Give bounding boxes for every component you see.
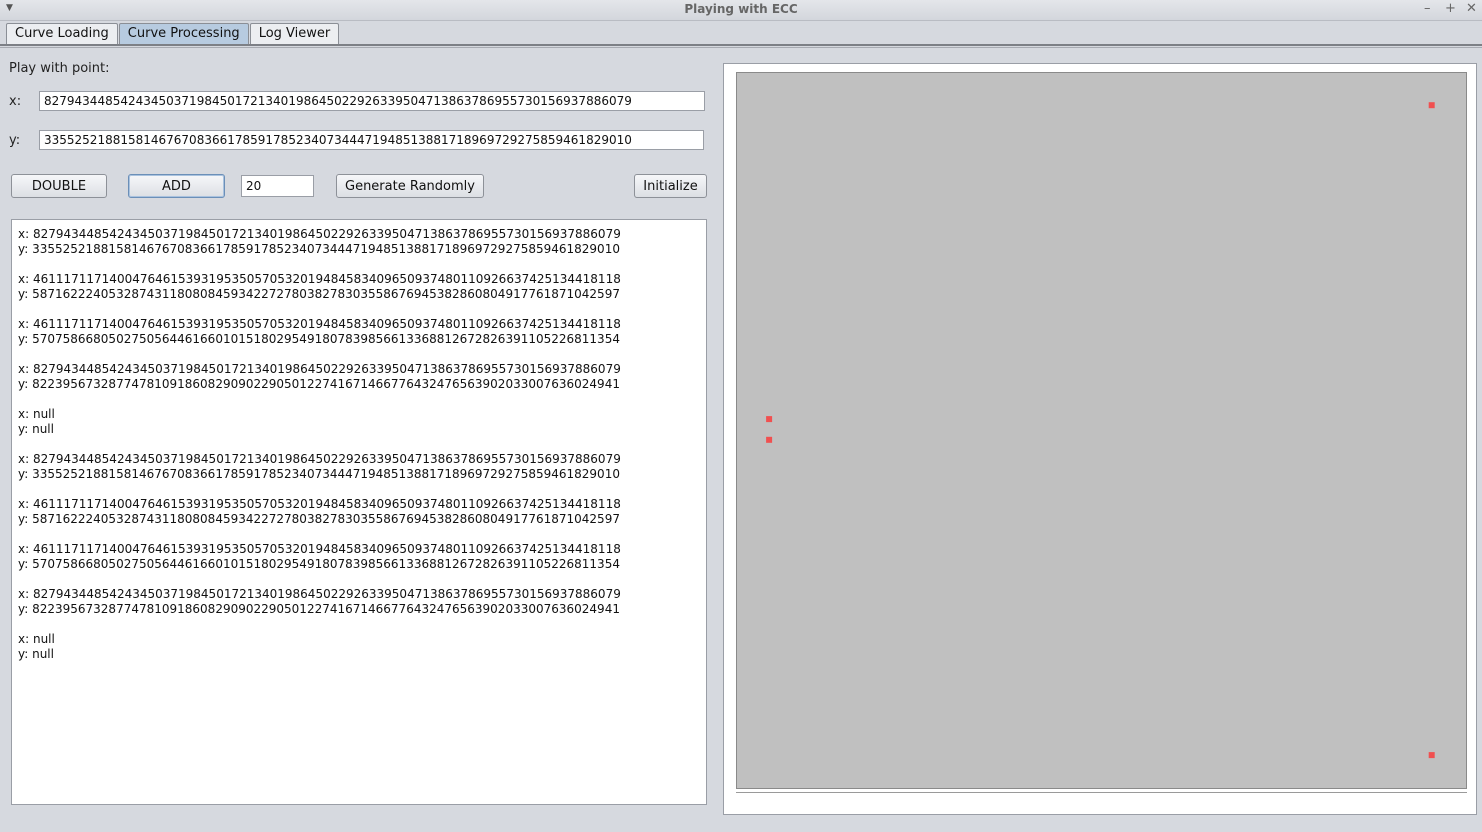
point-entry: x: 4611171171400476461539319535057053201… xyxy=(18,497,700,527)
point-entry: x: null y: null xyxy=(18,632,700,662)
point-x-text: x: 8279434485424345037198450172134019864… xyxy=(18,587,621,601)
point-x-text: x: 8279434485424345037198450172134019864… xyxy=(18,362,621,376)
curve-plot xyxy=(736,72,1467,789)
tab-curve-processing[interactable]: Curve Processing xyxy=(118,23,249,44)
point-x-text: x: 4611171171400476461539319535057053201… xyxy=(18,542,621,556)
y-input[interactable] xyxy=(39,130,704,150)
close-icon[interactable]: ✕ xyxy=(1466,1,1477,16)
point-x-text: x: 4611171171400476461539319535057053201… xyxy=(18,317,621,331)
point-entry: x: 8279434485424345037198450172134019864… xyxy=(18,587,700,617)
plot-panel xyxy=(723,63,1477,815)
points-output-area[interactable]: x: 8279434485424345037198450172134019864… xyxy=(11,219,707,805)
point-y-text: y: 5871622240532874311808084593422727803… xyxy=(18,287,620,301)
point-y-text: y: 5871622240532874311808084593422727803… xyxy=(18,512,620,526)
point-y-text: y: 3355252188158146767083661785917852340… xyxy=(18,242,620,256)
point-x-text: x: 8279434485424345037198450172134019864… xyxy=(18,227,621,241)
add-button[interactable]: ADD xyxy=(128,174,225,198)
plot-baseline xyxy=(736,792,1467,793)
point-entry: x: 8279434485424345037198450172134019864… xyxy=(18,227,700,257)
curve-point-marker xyxy=(766,416,773,423)
point-y-text: y: 3355252188158146767083661785917852340… xyxy=(18,467,620,481)
point-entry: x: 4611171171400476461539319535057053201… xyxy=(18,272,700,302)
point-x-text: x: null xyxy=(18,407,55,421)
point-entry: x: 4611171171400476461539319535057053201… xyxy=(18,542,700,572)
curve-point-marker xyxy=(766,436,773,443)
x-input[interactable] xyxy=(39,91,705,111)
initialize-button[interactable]: Initialize xyxy=(634,174,707,198)
count-input[interactable] xyxy=(241,175,314,197)
window-title: Playing with ECC xyxy=(684,2,798,16)
tab-log-viewer[interactable]: Log Viewer xyxy=(249,23,340,44)
y-label: y: xyxy=(9,133,21,148)
point-entry: x: 8279434485424345037198450172134019864… xyxy=(18,452,700,482)
point-y-text: y: null xyxy=(18,422,54,436)
minimize-icon[interactable]: – xyxy=(1424,1,1431,16)
point-entry: x: 4611171171400476461539319535057053201… xyxy=(18,317,700,347)
tab-curve-loading[interactable]: Curve Loading xyxy=(6,23,118,44)
curve-point-marker xyxy=(1428,102,1435,109)
point-y-text: y: 8223956732877478109186082909022905012… xyxy=(18,602,620,616)
plot-canvas xyxy=(766,102,1435,759)
x-label: x: xyxy=(9,94,22,109)
point-entry: x: null y: null xyxy=(18,407,700,437)
title-bar: ▼ Playing with ECC – + ✕ xyxy=(0,0,1482,21)
point-y-text: y: 5707586680502750564461660101518029549… xyxy=(18,557,620,571)
point-x-text: x: null xyxy=(18,632,55,646)
point-x-text: x: 8279434485424345037198450172134019864… xyxy=(18,452,621,466)
curve-point-marker xyxy=(1428,752,1435,759)
point-y-text: y: 8223956732877478109186082909022905012… xyxy=(18,377,620,391)
point-y-text: y: null xyxy=(18,647,54,661)
point-panel-heading: Play with point: xyxy=(9,61,110,76)
point-x-text: x: 4611171171400476461539319535057053201… xyxy=(18,272,621,286)
generate-randomly-button[interactable]: Generate Randomly xyxy=(336,174,484,198)
point-entry: x: 8279434485424345037198450172134019864… xyxy=(18,362,700,392)
maximize-icon[interactable]: + xyxy=(1445,1,1456,16)
point-y-text: y: 5707586680502750564461660101518029549… xyxy=(18,332,620,346)
tab-divider xyxy=(0,44,1482,46)
tab-divider-shadow xyxy=(0,47,1482,48)
point-x-text: x: 4611171171400476461539319535057053201… xyxy=(18,497,621,511)
tab-bar: Curve Loading Curve Processing Log Viewe… xyxy=(6,23,340,45)
double-button[interactable]: DOUBLE xyxy=(11,174,107,198)
